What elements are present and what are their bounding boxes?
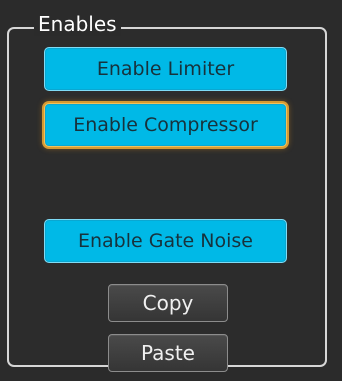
paste-button[interactable]: Paste xyxy=(108,334,228,372)
enables-group-title: Enables xyxy=(34,12,121,36)
copy-button[interactable]: Copy xyxy=(108,284,228,322)
enable-compressor-button[interactable]: Enable Compressor xyxy=(44,103,287,147)
enable-gate-noise-button[interactable]: Enable Gate Noise xyxy=(44,219,287,263)
enable-limiter-button[interactable]: Enable Limiter xyxy=(44,47,287,91)
